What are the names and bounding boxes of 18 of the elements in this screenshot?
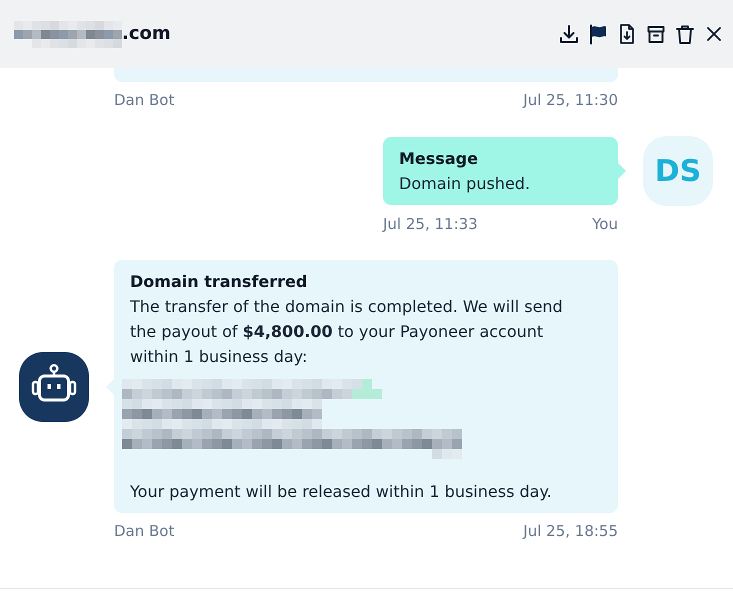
message-title: Domain transferred xyxy=(130,271,308,293)
flag-icon[interactable] xyxy=(587,23,609,45)
message-title: Message xyxy=(399,148,479,170)
message-text: Domain pushed. xyxy=(399,173,532,195)
message-time: Jul 25, 18:55 xyxy=(523,521,618,541)
message-time: Jul 25, 11:33 xyxy=(383,214,478,234)
sender-name: Dan Bot xyxy=(114,90,174,110)
trash-icon[interactable] xyxy=(674,23,696,45)
robot-icon xyxy=(19,352,89,422)
download-icon[interactable] xyxy=(558,23,580,45)
sender-name: You xyxy=(592,214,618,234)
sender-name: Dan Bot xyxy=(114,521,174,541)
site-title: .com xyxy=(122,22,171,46)
user-avatar: DS xyxy=(643,136,713,206)
archive-icon[interactable] xyxy=(645,23,667,45)
message-text: The transfer of the domain is completed. We will send the payout of $4,800.00 to your Payoneer account within 1 business day: xyxy=(130,296,564,368)
message-text: Your payment will be released within 1 business day. xyxy=(130,481,553,503)
message-time: Jul 25, 11:30 xyxy=(523,90,618,110)
